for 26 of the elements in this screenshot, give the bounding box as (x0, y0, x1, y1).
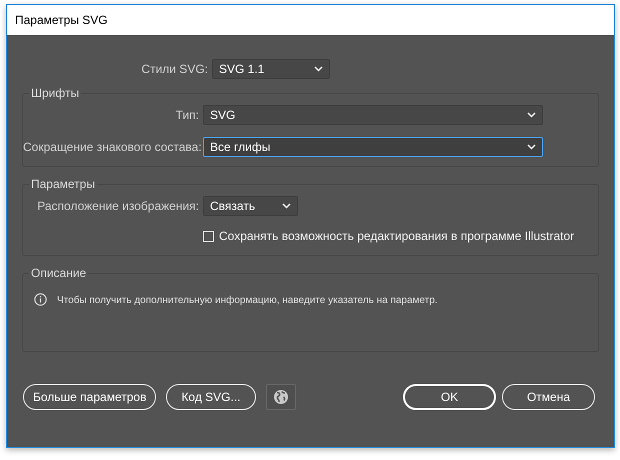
field-label: Расположение изображения: (36, 199, 199, 213)
ok-button[interactable]: OK (403, 384, 496, 410)
chevron-icon (282, 203, 291, 209)
dropdown[interactable]: SVG (203, 105, 543, 125)
cancel-button[interactable]: Отмена (502, 384, 595, 410)
chevron-icon (527, 144, 536, 150)
checkbox-label[interactable]: Сохранять возможность редактирования в программе Illustrator (219, 229, 574, 243)
globe-icon (272, 389, 289, 405)
group-title: Описание (30, 266, 88, 280)
svg-styles-dropdown[interactable]: SVG 1.1 (212, 59, 330, 79)
field-label: Сокращение знакового состава: (23, 140, 199, 154)
group-title: Шрифты (30, 86, 80, 100)
info-icon (34, 292, 47, 306)
globe-button[interactable] (266, 384, 296, 410)
image-location-dropdown[interactable]: Связать (203, 196, 298, 216)
description-text: Чтобы получить дополнительную информацию, наведите указатель на параметр. (57, 295, 438, 306)
dropdown[interactable]: Все глифы (203, 137, 543, 157)
window-title: Параметры SVG (15, 13, 108, 27)
chevron-icon (527, 112, 536, 118)
chevron-icon (314, 66, 323, 72)
field-label: Стили SVG: (140, 62, 208, 76)
field-label: Тип: (174, 108, 199, 122)
dialog-button[interactable]: Больше параметров (23, 384, 156, 410)
group-title: Параметры (30, 177, 96, 191)
dialog-button[interactable]: Код SVG... (166, 384, 256, 410)
checkbox[interactable] (203, 230, 214, 242)
